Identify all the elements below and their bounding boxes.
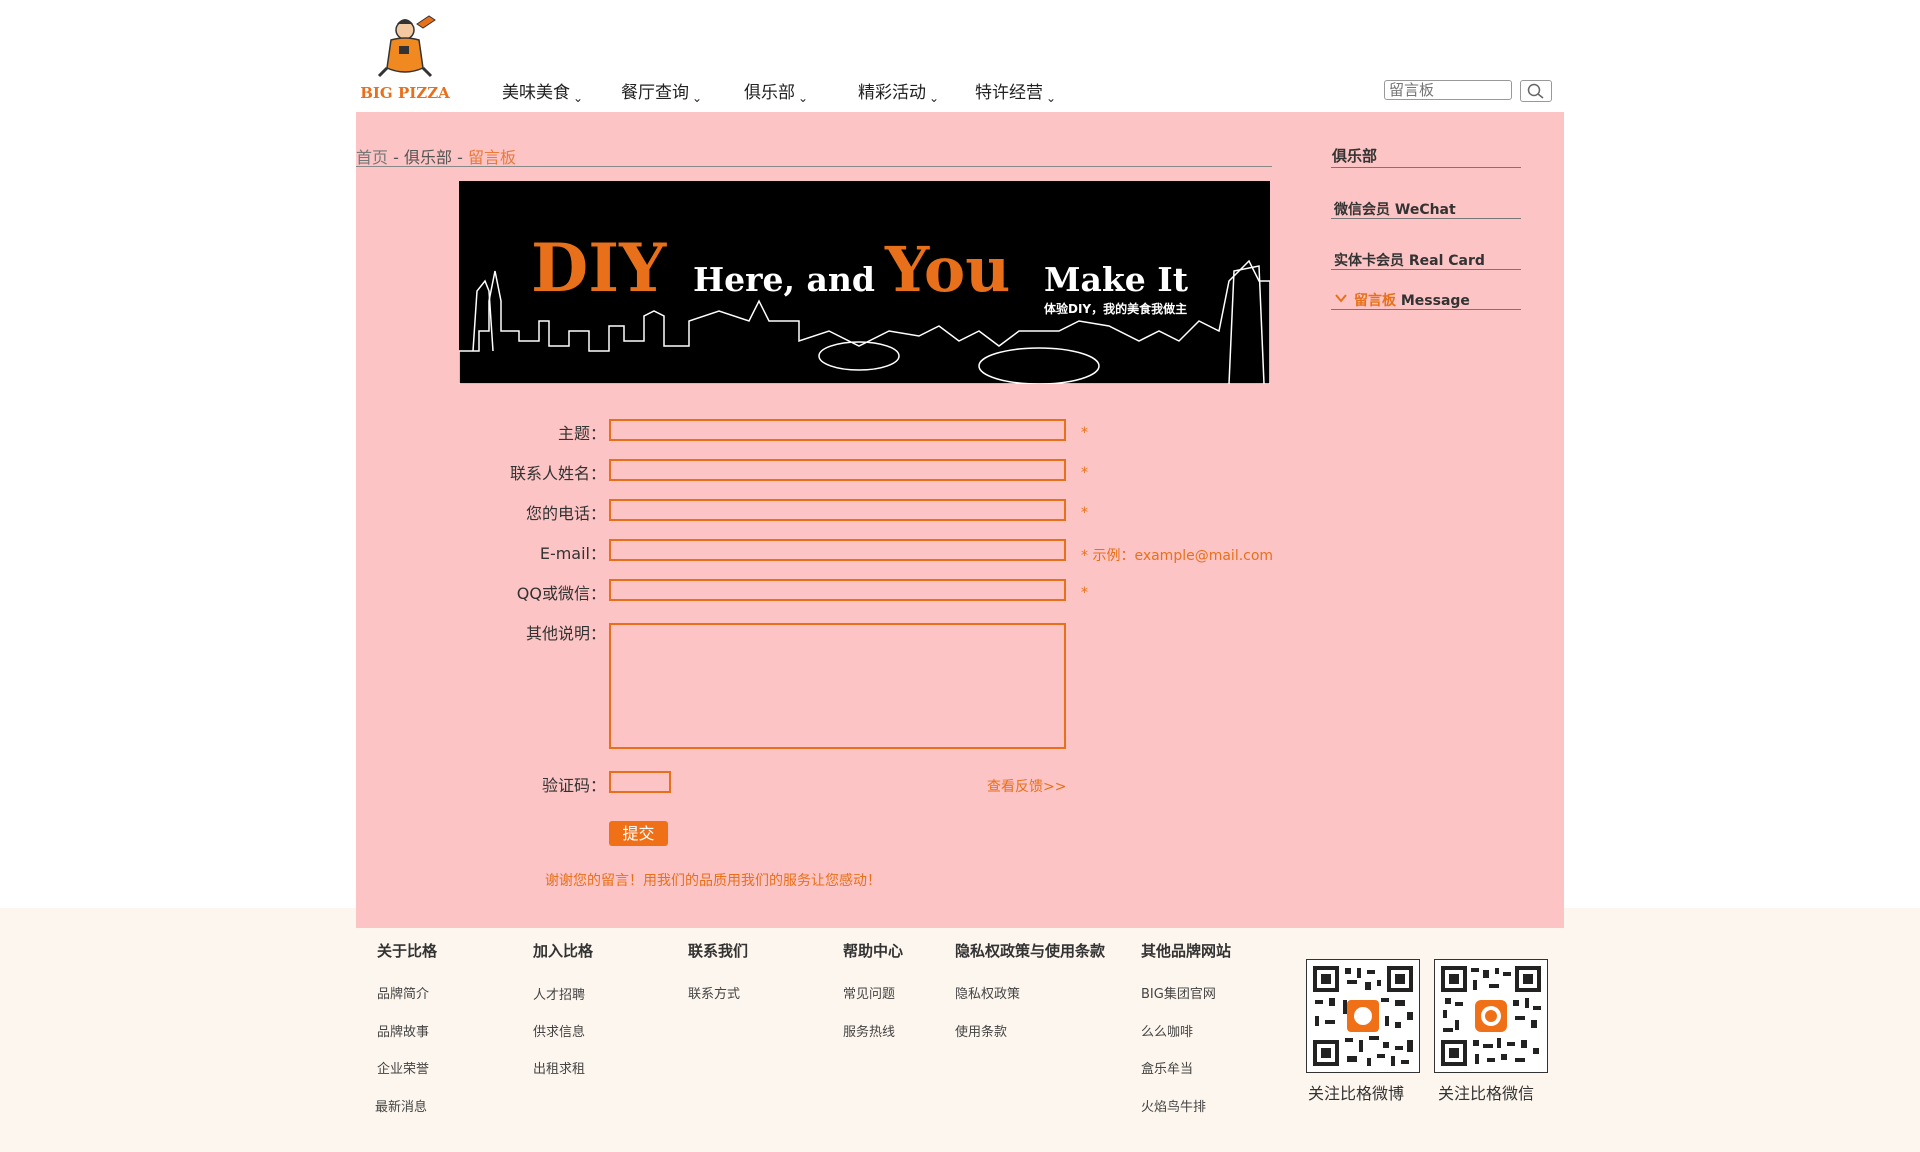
- sidebar-title: 俱乐部: [1332, 147, 1378, 165]
- phone-field[interactable]: [609, 499, 1066, 521]
- breadcrumb-separator: -: [388, 148, 404, 167]
- diy-banner: DIY Here, and You Make It 体验DIY，我的美食我做主: [459, 181, 1270, 384]
- sidebar-divider: [1331, 309, 1521, 310]
- sidebar-item-label: 留言板: [1354, 293, 1396, 309]
- chevron-down-icon: ⌄: [1046, 91, 1057, 105]
- nav-label: 精彩活动: [858, 83, 926, 103]
- breadcrumb-home[interactable]: 首页: [356, 148, 388, 167]
- footer-link[interactable]: 使用条款: [955, 1021, 1007, 1040]
- footer-link[interactable]: 盒乐牟当: [1141, 1058, 1193, 1077]
- weibo-qr-caption: 关注比格微博: [1308, 1084, 1405, 1103]
- svg-text:BIG PIZZA: BIG PIZZA: [360, 84, 450, 102]
- required-mark: *: [1081, 425, 1088, 441]
- sidebar-item-label-en: WeChat: [1394, 202, 1456, 218]
- footer-link[interactable]: 品牌简介: [377, 983, 429, 1002]
- footer-link[interactable]: 服务热线: [843, 1021, 895, 1040]
- sidebar-item-label-en: Real Card: [1408, 253, 1485, 269]
- footer-link[interactable]: 联系方式: [688, 983, 740, 1002]
- footer-col-title: 其他品牌网站: [1141, 942, 1232, 960]
- sidebar-divider: [1331, 269, 1521, 270]
- name-field[interactable]: [609, 459, 1066, 481]
- captcha-field[interactable]: [609, 771, 671, 793]
- submit-button[interactable]: 提交: [609, 821, 668, 846]
- wechat-qr-caption: 关注比格微信: [1438, 1084, 1535, 1103]
- svg-text:体验DIY，我的美食我做主: 体验DIY，我的美食我做主: [1044, 301, 1187, 316]
- sidebar-item-message[interactable]: 留言板 Message: [1354, 290, 1470, 310]
- footer-col-title: 帮助中心: [843, 942, 904, 960]
- nav-item-franchise[interactable]: 特许经营 ⌄: [975, 78, 1057, 105]
- breadcrumb-separator: -: [451, 148, 468, 167]
- sidebar-item-wechat[interactable]: 微信会员 WeChat: [1334, 199, 1456, 219]
- sidebar-divider: [1331, 218, 1521, 219]
- svg-text:Here, and: Here, and: [693, 260, 875, 299]
- chevron-down-icon: ⌄: [573, 91, 584, 105]
- email-label: E-mail：: [539, 544, 606, 563]
- sidebar-item-label: 微信会员: [1334, 202, 1390, 218]
- required-mark: *: [1081, 585, 1088, 601]
- chevron-down-icon: [1335, 294, 1347, 303]
- nav-item-events[interactable]: 精彩活动 ⌄: [858, 78, 940, 105]
- required-mark: *: [1081, 465, 1088, 481]
- chevron-down-icon: ⌄: [929, 91, 940, 105]
- qr-code-icon: [1441, 966, 1541, 1066]
- svg-text:DIY: DIY: [531, 229, 667, 307]
- nav-item-food[interactable]: 美味美食 ⌄: [502, 78, 584, 105]
- phone-label: 您的电话：: [525, 504, 606, 523]
- footer-link[interactable]: 品牌故事: [377, 1021, 429, 1040]
- sidebar-item-real-card[interactable]: 实体卡会员 Real Card: [1334, 250, 1485, 270]
- qr-code-icon: [1313, 966, 1413, 1066]
- footer-link[interactable]: 人才招聘: [533, 984, 585, 1003]
- breadcrumb-section[interactable]: 俱乐部: [404, 148, 452, 167]
- footer-link[interactable]: 最新消息: [375, 1096, 427, 1115]
- svg-text:You: You: [884, 233, 1010, 306]
- email-hint: * 示例：example@mail.com: [1081, 548, 1274, 564]
- nav-item-club[interactable]: 俱乐部 ⌄: [744, 78, 809, 105]
- footer-col-title: 关于比格: [377, 942, 438, 960]
- thank-you-message: 谢谢您的留言！用我们的品质用我们的服务让您感动！: [545, 873, 881, 889]
- breadcrumb: 首页 - 俱乐部 - 留言板: [356, 144, 516, 168]
- chevron-down-icon: ⌄: [692, 91, 703, 105]
- other-notes-textarea[interactable]: [609, 623, 1066, 749]
- breadcrumb-current: 留言板: [467, 148, 516, 167]
- nav-label: 美味美食: [502, 83, 570, 103]
- search-icon: [1527, 83, 1544, 99]
- search-input[interactable]: [1384, 80, 1512, 100]
- sidebar-item-label-en: Message: [1400, 293, 1470, 309]
- footer-link[interactable]: 常见问题: [843, 983, 895, 1002]
- breadcrumb-divider: [356, 166, 1272, 167]
- search-button[interactable]: [1520, 80, 1552, 102]
- footer-col-title: 联系我们: [688, 942, 749, 960]
- footer-link[interactable]: 供求信息: [533, 1021, 585, 1040]
- view-feedback-link[interactable]: 查看反馈>>: [987, 776, 1066, 796]
- other-notes-label: 其他说明：: [525, 624, 606, 643]
- svg-text:Make It: Make It: [1044, 260, 1189, 299]
- subject-label: 主题：: [557, 424, 606, 443]
- footer-link[interactable]: 出租求租: [533, 1058, 585, 1077]
- footer-link[interactable]: 么么咖啡: [1141, 1021, 1193, 1040]
- required-mark: *: [1081, 505, 1088, 521]
- subject-field[interactable]: [609, 419, 1066, 441]
- captcha-label: 验证码：: [541, 776, 606, 795]
- wechat-qr-code: [1434, 959, 1548, 1073]
- qq-wechat-label: QQ或微信：: [516, 584, 606, 603]
- nav-item-restaurants[interactable]: 餐厅查询 ⌄: [621, 78, 703, 105]
- sidebar-item-label: 实体卡会员: [1334, 253, 1404, 269]
- email-field[interactable]: [609, 539, 1066, 561]
- sidebar-divider: [1331, 167, 1521, 168]
- footer-link[interactable]: 火焰鸟牛排: [1141, 1096, 1206, 1115]
- footer-link[interactable]: BIG集团官网: [1141, 983, 1216, 1002]
- nav-label: 餐厅查询: [621, 83, 689, 103]
- pizza-chef-logo-icon: BIG PIZZA: [360, 15, 450, 102]
- footer-link[interactable]: 企业荣誉: [377, 1058, 429, 1077]
- footer-col-title: 加入比格: [533, 942, 594, 960]
- nav-label: 俱乐部: [744, 83, 795, 103]
- weibo-qr-code: [1306, 959, 1420, 1073]
- brand-logo[interactable]: BIG PIZZA: [357, 10, 453, 102]
- nav-label: 特许经营: [975, 83, 1043, 103]
- footer-link[interactable]: 隐私权政策: [955, 983, 1020, 1002]
- chevron-down-icon: ⌄: [798, 91, 809, 105]
- name-label: 联系人姓名：: [509, 464, 606, 483]
- footer-col-title: 隐私权政策与使用条款: [955, 942, 1106, 960]
- qq-wechat-field[interactable]: [609, 579, 1066, 601]
